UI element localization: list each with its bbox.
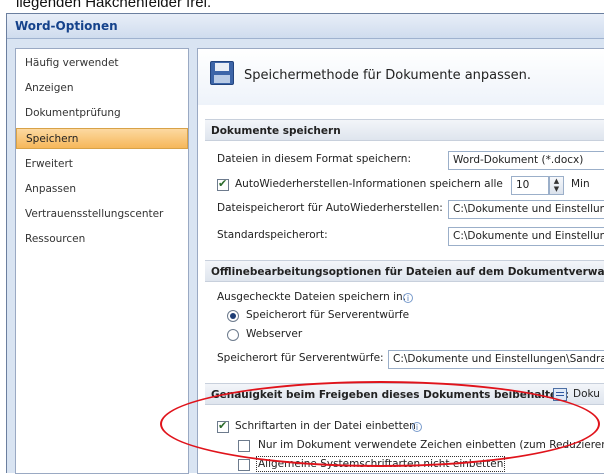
sidebar-item-ressourcen[interactable]: Ressourcen bbox=[16, 229, 188, 250]
radio-server-drafts-label: Speicherort für Serverentwürfe bbox=[246, 309, 410, 321]
dialog-title: Word-Optionen bbox=[15, 19, 118, 33]
autorecover-checkbox[interactable] bbox=[217, 177, 229, 191]
section-header-save: Dokumente speichern bbox=[205, 119, 604, 141]
sidebar-item-speichern[interactable]: Speichern bbox=[16, 128, 188, 149]
options-content: Speichermethode für Dokumente anpassen. … bbox=[197, 48, 604, 474]
document-icon bbox=[553, 388, 567, 401]
checked-out-label: Ausgecheckte Dateien speichern in: bbox=[217, 291, 407, 303]
radio-server-drafts[interactable] bbox=[227, 310, 239, 322]
autorecover-spinner[interactable]: ▲ ▼ bbox=[549, 176, 564, 195]
no-system-fonts-checkbox[interactable] bbox=[238, 459, 250, 471]
autorecover-label: AutoWiederherstellen-Informationen speic… bbox=[235, 178, 503, 190]
format-select[interactable]: Word-Dokument (*.docx) bbox=[448, 151, 604, 170]
sidebar-item-vertrauensstellungscenter[interactable]: Vertrauensstellungscenter bbox=[16, 204, 188, 225]
options-sidebar: Häufig verwendet Anzeigen Dokumentprüfun… bbox=[15, 48, 189, 474]
word-options-dialog: Word-Optionen Häufig verwendet Anzeigen … bbox=[6, 13, 604, 474]
default-path-label: Standardspeicherort: bbox=[217, 229, 328, 241]
title-bar[interactable]: Word-Optionen bbox=[7, 14, 604, 39]
no-system-fonts-label: Allgemeine Systemschriftarten nicht einb… bbox=[255, 456, 506, 472]
autorecover-minutes-input[interactable]: 10 bbox=[511, 176, 549, 195]
radio-webserver-label: Webserver bbox=[246, 328, 303, 340]
default-path-input[interactable]: C:\Dokumente und Einstellun bbox=[448, 227, 604, 246]
drafts-path-label: Speicherort für Serverentwürfe: bbox=[217, 352, 384, 364]
drafts-path-input[interactable]: C:\Dokumente und Einstellungen\Sandra bbox=[388, 350, 604, 369]
section-header-fidelity: Genauigkeit beim Freigeben dieses Dokume… bbox=[205, 383, 604, 405]
sidebar-item-erweitert[interactable]: Erweitert bbox=[16, 154, 188, 175]
radio-webserver[interactable] bbox=[227, 329, 239, 341]
embed-fonts-label: Schriftarten in der Datei einbetten bbox=[235, 420, 416, 432]
embed-fonts-checkbox[interactable] bbox=[217, 419, 229, 433]
autorecover-path-label: Dateispeicherort für AutoWiederherstelle… bbox=[217, 202, 443, 214]
format-label: Dateien in diesem Format speichern: bbox=[217, 153, 411, 165]
fidelity-document-select[interactable]: Doku bbox=[573, 388, 600, 400]
instruction-text-fragment: liegenden Häkchenfelder frei. bbox=[16, 0, 212, 11]
page-title: Speichermethode für Dokumente anpassen. bbox=[244, 68, 532, 83]
page-header: Speichermethode für Dokumente anpassen. bbox=[198, 49, 604, 105]
floppy-disk-icon bbox=[210, 61, 234, 85]
sidebar-item-dokumentpruefung[interactable]: Dokumentprüfung bbox=[16, 103, 188, 124]
only-used-chars-checkbox[interactable] bbox=[238, 440, 250, 452]
section-header-offline: Offlinebearbeitungsoptionen für Dateien … bbox=[205, 260, 604, 282]
autorecover-unit: Min bbox=[571, 178, 590, 190]
sidebar-item-haeufig-verwendet[interactable]: Häufig verwendet bbox=[16, 53, 188, 74]
autorecover-path-input[interactable]: C:\Dokumente und Einstellun bbox=[448, 200, 604, 219]
sidebar-item-anpassen[interactable]: Anpassen bbox=[16, 179, 188, 200]
info-icon: i bbox=[403, 293, 413, 303]
info-icon: i bbox=[412, 422, 422, 432]
only-used-chars-label: Nur im Dokument verwendete Zeichen einbe… bbox=[258, 439, 604, 451]
sidebar-item-anzeigen[interactable]: Anzeigen bbox=[16, 78, 188, 99]
